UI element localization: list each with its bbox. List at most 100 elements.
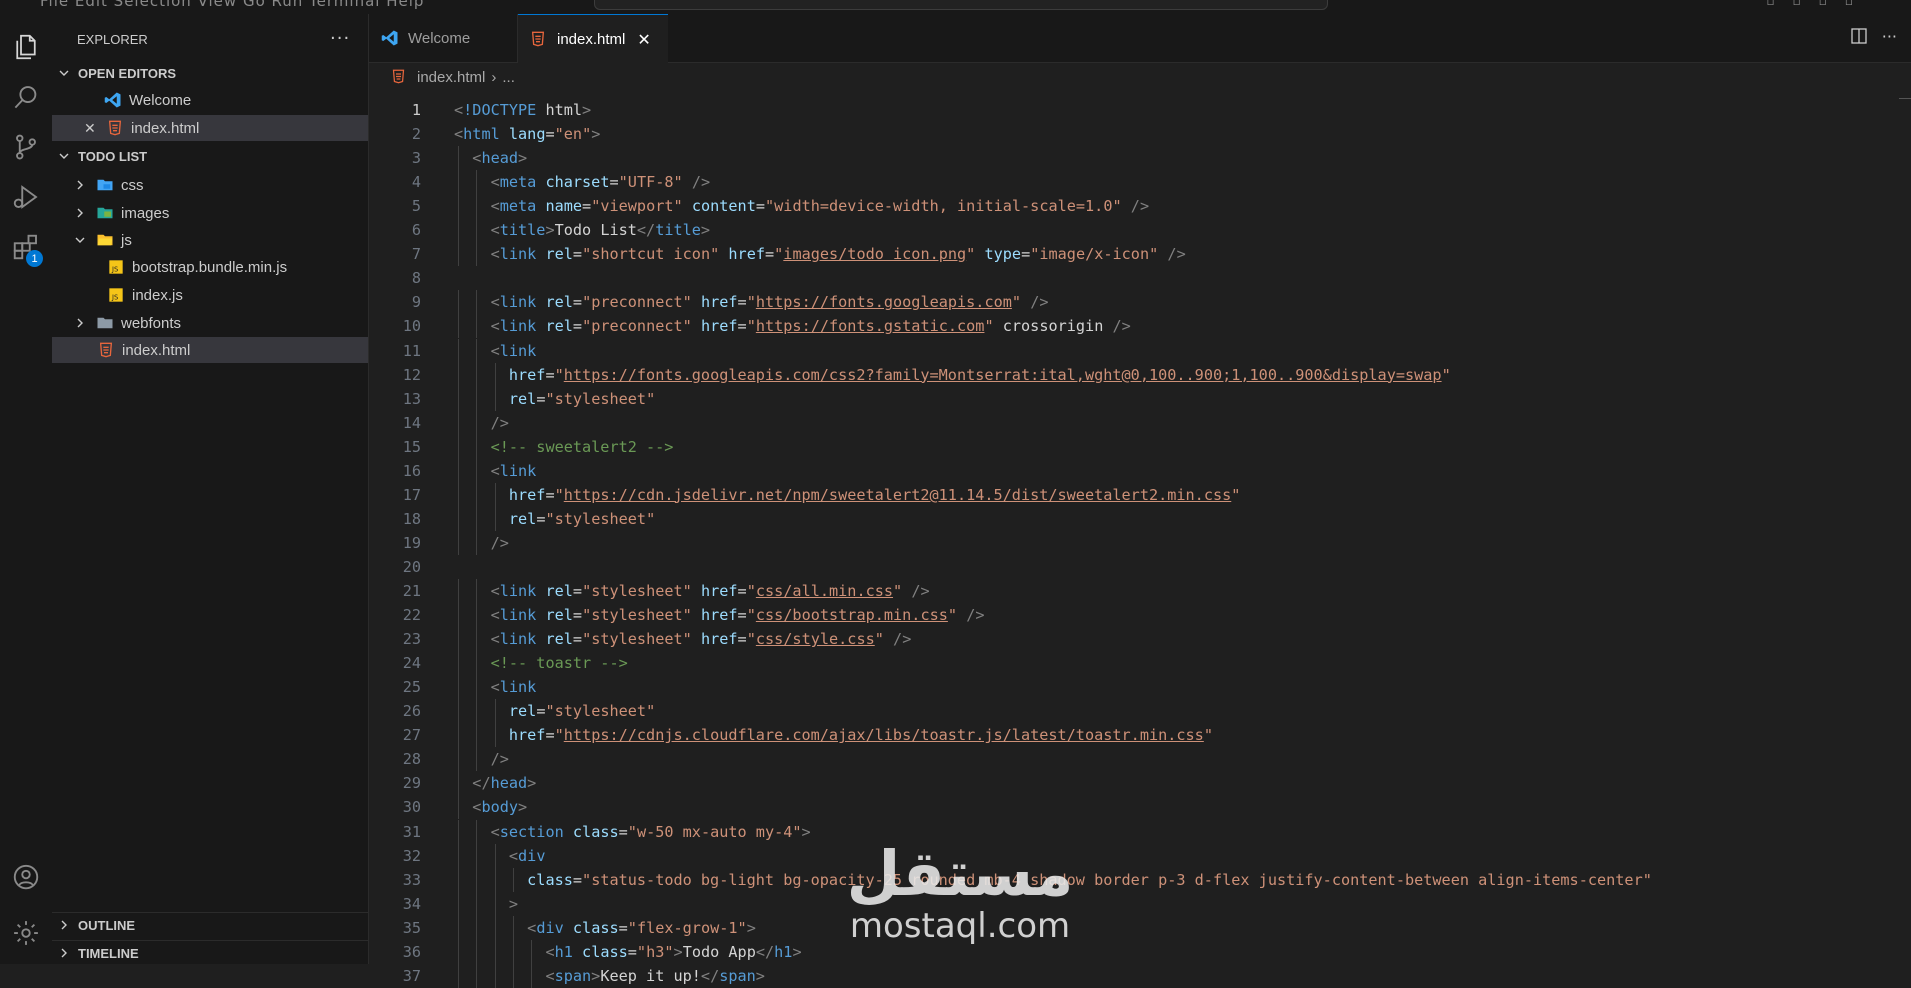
file-index-html[interactable]: index.html	[52, 337, 368, 363]
vscode-icon	[381, 29, 399, 47]
line-number: 21	[402, 582, 421, 600]
code-text: <div	[508, 846, 546, 865]
settings-gear-icon[interactable]	[0, 910, 52, 956]
code-line[interactable]: 9 <link rel="preconnect" href="https://f…	[369, 290, 1911, 315]
code-line[interactable]: 32 <div	[369, 843, 1911, 868]
code-text: >	[508, 894, 519, 913]
code-line[interactable]: 7 <link rel="shortcut icon" href="images…	[369, 242, 1911, 267]
code-line[interactable]: 11 <link	[369, 338, 1911, 363]
folder-images[interactable]: images	[52, 200, 368, 226]
todo-list-header[interactable]: TODO LIST	[52, 144, 368, 168]
chevron-right-icon	[58, 947, 72, 959]
extensions-icon[interactable]: 1	[0, 224, 52, 270]
line-number: 24	[402, 654, 421, 673]
code-line[interactable]: 13 rel="stylesheet"	[369, 386, 1911, 411]
tab-bar: Welcome index.html ✕ ···	[369, 14, 1911, 64]
explorer-sidebar: EXPLORER ··· OPEN EDITORS Welcome ✕ inde…	[52, 14, 369, 964]
code-text: <link	[490, 461, 537, 480]
code-line[interactable]: 16 <link	[369, 458, 1911, 483]
code-text: <div class="flex-grow-1">	[527, 918, 756, 937]
line-number: 19	[402, 533, 421, 552]
code-line[interactable]: 5 <meta name="viewport" content="width=d…	[369, 194, 1911, 219]
code-line[interactable]: 24 <!-- toastr -->	[369, 651, 1911, 676]
minimap[interactable]	[1899, 98, 1911, 964]
code-line[interactable]: 22 <link rel="stylesheet" href="css/boot…	[369, 603, 1911, 628]
code-text: href="https://cdnjs.cloudflare.com/ajax/…	[508, 726, 1213, 745]
folder-js[interactable]: js	[52, 227, 368, 253]
outline-header[interactable]: OUTLINE	[52, 912, 368, 937]
code-line[interactable]: 37 <span>Keep it up!</span>	[369, 963, 1911, 988]
tab-index-html[interactable]: index.html ✕	[518, 14, 668, 64]
code-line[interactable]: 29 </head>	[369, 771, 1911, 796]
code-line[interactable]: 26 rel="stylesheet"	[369, 699, 1911, 724]
line-number: 26	[402, 702, 421, 721]
breadcrumb-symbols[interactable]: ...	[502, 69, 515, 86]
open-editors-header[interactable]: OPEN EDITORS	[52, 61, 368, 85]
code-line[interactable]: 1 <!DOCTYPE html>	[369, 98, 1911, 122]
breadcrumb-file[interactable]: index.html	[417, 69, 485, 86]
code-line[interactable]: 12 href="https://fonts.googleapis.com/cs…	[369, 362, 1911, 387]
explorer-icon[interactable]	[0, 24, 52, 70]
line-number: 23	[402, 630, 421, 649]
folder-webfonts[interactable]: webfonts	[52, 310, 368, 336]
line-number: 4	[411, 173, 421, 192]
code-line[interactable]: 10 <link rel="preconnect" href="https://…	[369, 314, 1911, 339]
folder-css[interactable]: css	[52, 172, 368, 198]
code-line[interactable]: 6 <title>Todo List</title>	[369, 218, 1911, 243]
menu-bar[interactable]: File Edit Selection View Go Run Terminal…	[40, 0, 424, 10]
tab-close-icon[interactable]: ✕	[637, 30, 650, 50]
html-icon	[530, 31, 548, 49]
file-bootstrap-bundle-js[interactable]: JS bootstrap.bundle.min.js	[52, 254, 368, 280]
source-control-icon[interactable]	[0, 124, 52, 170]
code-line[interactable]: 36 <h1 class="h3">Todo App</h1>	[369, 939, 1911, 964]
code-line[interactable]: 33 class="status-todo bg-light bg-opacit…	[369, 867, 1911, 892]
title-bar: File Edit Selection View Go Run Terminal…	[0, 0, 1911, 14]
layout-controls[interactable]: ▫▫▫▫	[1766, 0, 1871, 8]
html-icon	[97, 341, 115, 359]
code-line[interactable]: 28 />	[369, 747, 1911, 772]
account-icon[interactable]	[0, 854, 52, 900]
extensions-badge: 1	[26, 250, 43, 267]
more-actions-button[interactable]: ···	[330, 28, 350, 49]
code-text: rel="stylesheet"	[508, 702, 656, 721]
more-actions-icon[interactable]: ···	[1882, 27, 1897, 49]
code-text: <span>Keep it up!</span>	[545, 966, 765, 985]
code-line[interactable]: 19 />	[369, 530, 1911, 555]
tab-welcome[interactable]: Welcome	[369, 14, 518, 62]
line-number: 18	[402, 509, 421, 528]
code-text: <html lang="en">	[454, 125, 601, 144]
code-line[interactable]: 35 <div class="flex-grow-1">	[369, 915, 1911, 940]
code-line[interactable]: 15 <!-- sweetalert2 -->	[369, 434, 1911, 459]
code-line[interactable]: 4 <meta charset="UTF-8" />	[369, 170, 1911, 195]
code-line[interactable]: 18 rel="stylesheet"	[369, 506, 1911, 531]
code-editor[interactable]: 1 <!DOCTYPE html> 2 <html lang="en"> 3 <head…	[369, 98, 1911, 988]
code-text: <link rel="preconnect" href="https://fon…	[490, 293, 1049, 312]
file-index-js[interactable]: JS index.js	[52, 282, 368, 308]
code-line[interactable]: 21 <link rel="stylesheet" href="css/all.…	[369, 579, 1911, 603]
code-line[interactable]: 25 <link	[369, 675, 1911, 700]
line-number: 1	[411, 101, 421, 119]
code-line[interactable]: 8	[369, 266, 1911, 290]
run-debug-icon[interactable]	[0, 174, 52, 220]
code-line[interactable]: 31 <section class="w-50 mx-auto my-4">	[369, 819, 1911, 844]
code-line[interactable]: 17 href="https://cdn.jsdelivr.net/npm/sw…	[369, 482, 1911, 507]
open-editor-index-html[interactable]: ✕ index.html	[52, 115, 368, 141]
code-line[interactable]: 2 <html lang="en">	[369, 122, 1911, 146]
code-line[interactable]: 20	[369, 555, 1911, 579]
code-line[interactable]: 23 <link rel="stylesheet" href="css/styl…	[369, 627, 1911, 652]
svg-text:JS: JS	[111, 266, 118, 274]
timeline-header[interactable]: TIMELINE	[52, 940, 368, 965]
close-icon[interactable]: ✕	[84, 120, 98, 137]
code-line[interactable]: 27 href="https://cdnjs.cloudflare.com/aj…	[369, 723, 1911, 748]
code-line[interactable]: 14 />	[369, 410, 1911, 435]
open-editor-welcome[interactable]: Welcome	[52, 87, 368, 113]
html-icon	[391, 69, 407, 85]
split-editor-icon[interactable]	[1850, 27, 1868, 49]
command-center[interactable]	[594, 0, 1328, 10]
js-file-icon: JS	[107, 286, 125, 304]
code-line[interactable]: 30 <body>	[369, 795, 1911, 820]
code-text: />	[490, 533, 509, 552]
search-icon[interactable]	[0, 74, 52, 120]
code-line[interactable]: 3 <head>	[369, 146, 1911, 171]
code-line[interactable]: 34 >	[369, 891, 1911, 916]
